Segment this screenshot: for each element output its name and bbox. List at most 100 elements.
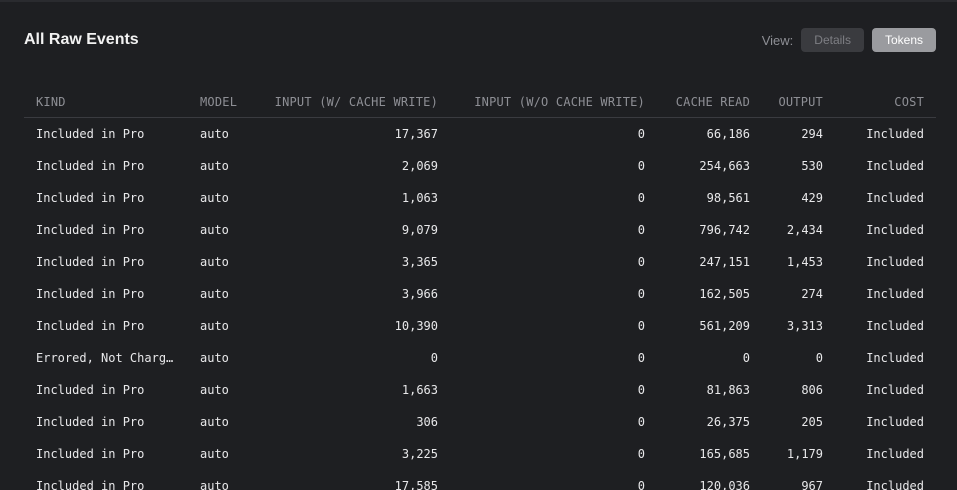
- column-header-output[interactable]: OUTPUT: [762, 87, 835, 118]
- column-header-cost[interactable]: COST: [835, 87, 936, 118]
- output-cell: 429: [801, 191, 823, 205]
- model-cell: auto: [200, 479, 229, 490]
- input-without-cache-write-cell: 0: [637, 383, 645, 397]
- table-row[interactable]: Included in Pro auto 17,367 0 66,186 294 Inclu…: [24, 118, 936, 151]
- cache-read-cell: 26,375: [706, 415, 750, 429]
- output-cell: 806: [801, 383, 823, 397]
- kind-cell: Included in Pro: [36, 191, 145, 205]
- input-with-cache-write-cell: 306: [416, 415, 438, 429]
- kind-cell: Included in Pro: [36, 287, 145, 301]
- table-row[interactable]: Included in Pro auto 3,966 0 162,505 274 Inclu…: [24, 278, 936, 310]
- input-with-cache-write-cell: 17,367: [394, 127, 438, 141]
- input-with-cache-write-cell: 10,390: [394, 319, 438, 333]
- model-cell: auto: [200, 319, 229, 333]
- input-without-cache-write-cell: 0: [637, 159, 645, 173]
- input-with-cache-write-cell: 1,063: [401, 191, 438, 205]
- output-cell: 274: [801, 287, 823, 301]
- cost-cell: Included: [866, 159, 924, 173]
- cache-read-cell: 254,663: [699, 159, 750, 173]
- cache-read-cell: 66,186: [706, 127, 750, 141]
- cost-cell: Included: [866, 223, 924, 237]
- output-cell: 3,313: [786, 319, 823, 333]
- column-header-cache-read[interactable]: CACHE READ: [657, 87, 762, 118]
- cost-cell: Included: [866, 351, 924, 365]
- table-row[interactable]: Errored, Not Charg… auto 0 0 0 0 Included: [24, 342, 936, 374]
- cache-read-cell: 0: [742, 351, 750, 365]
- input-without-cache-write-cell: 0: [637, 255, 645, 269]
- kind-cell: Errored, Not Charg…: [36, 351, 174, 365]
- events-table: KIND MODEL INPUT (W/ CACHE WRITE) INPUT …: [24, 87, 936, 490]
- raw-events-panel: All Raw Events View: Details Tokens KIND…: [0, 0, 957, 490]
- cost-cell: Included: [866, 383, 924, 397]
- output-cell: 0: [815, 351, 823, 365]
- details-view-button[interactable]: Details: [801, 28, 864, 52]
- input-with-cache-write-cell: 3,225: [401, 447, 438, 461]
- kind-cell: Included in Pro: [36, 255, 145, 269]
- column-header-input-with-cache-write[interactable]: INPUT (W/ CACHE WRITE): [258, 87, 450, 118]
- cost-cell: Included: [866, 319, 924, 333]
- cost-cell: Included: [866, 287, 924, 301]
- model-cell: auto: [200, 447, 229, 461]
- kind-cell: Included in Pro: [36, 383, 145, 397]
- table-header-row: KIND MODEL INPUT (W/ CACHE WRITE) INPUT …: [24, 87, 936, 118]
- kind-cell: Included in Pro: [36, 159, 145, 173]
- input-without-cache-write-cell: 0: [637, 223, 645, 237]
- cost-cell: Included: [866, 447, 924, 461]
- output-cell: 530: [801, 159, 823, 173]
- model-cell: auto: [200, 223, 229, 237]
- cost-cell: Included: [866, 479, 924, 490]
- model-cell: auto: [200, 415, 229, 429]
- output-cell: 1,453: [786, 255, 823, 269]
- cost-cell: Included: [866, 415, 924, 429]
- kind-cell: Included in Pro: [36, 223, 145, 237]
- input-with-cache-write-cell: 17,585: [394, 479, 438, 490]
- output-cell: 967: [801, 479, 823, 490]
- cost-cell: Included: [866, 127, 924, 141]
- table-row[interactable]: Included in Pro auto 2,069 0 254,663 530 Inclu…: [24, 150, 936, 182]
- input-with-cache-write-cell: 2,069: [401, 159, 438, 173]
- output-cell: 205: [801, 415, 823, 429]
- kind-cell: Included in Pro: [36, 127, 145, 141]
- output-cell: 1,179: [786, 447, 823, 461]
- cache-read-cell: 81,863: [706, 383, 750, 397]
- table-row[interactable]: Included in Pro auto 10,390 0 561,209 3,313 In…: [24, 310, 936, 342]
- model-cell: auto: [200, 159, 229, 173]
- table-row[interactable]: Included in Pro auto 1,663 0 81,863 806 Includ…: [24, 374, 936, 406]
- input-with-cache-write-cell: 3,966: [401, 287, 438, 301]
- input-without-cache-write-cell: 0: [637, 447, 645, 461]
- cache-read-cell: 162,505: [699, 287, 750, 301]
- input-without-cache-write-cell: 0: [637, 191, 645, 205]
- input-without-cache-write-cell: 0: [637, 415, 645, 429]
- table-row[interactable]: Included in Pro auto 1,063 0 98,561 429 Includ…: [24, 182, 936, 214]
- input-without-cache-write-cell: 0: [637, 351, 645, 365]
- cache-read-cell: 796,742: [699, 223, 750, 237]
- output-cell: 2,434: [786, 223, 823, 237]
- input-without-cache-write-cell: 0: [637, 287, 645, 301]
- kind-cell: Included in Pro: [36, 447, 145, 461]
- model-cell: auto: [200, 383, 229, 397]
- column-header-kind[interactable]: KIND: [24, 87, 188, 118]
- input-with-cache-write-cell: 1,663: [401, 383, 438, 397]
- column-header-input-without-cache-write[interactable]: INPUT (W/O CACHE WRITE): [450, 87, 657, 118]
- input-with-cache-write-cell: 3,365: [401, 255, 438, 269]
- view-label: View:: [761, 32, 794, 48]
- input-with-cache-write-cell: 0: [430, 351, 438, 365]
- model-cell: auto: [200, 127, 229, 141]
- cost-cell: Included: [866, 191, 924, 205]
- input-without-cache-write-cell: 0: [637, 479, 645, 490]
- model-cell: auto: [200, 351, 229, 365]
- cache-read-cell: 247,151: [699, 255, 750, 269]
- input-with-cache-write-cell: 9,079: [401, 223, 438, 237]
- table-row[interactable]: Included in Pro auto 3,225 0 165,685 1,179 Inc…: [24, 438, 936, 470]
- table-row[interactable]: Included in Pro auto 306 0 26,375 205 Included: [24, 406, 936, 438]
- table-row[interactable]: Included in Pro auto 3,365 0 247,151 1,453 Inc…: [24, 246, 936, 278]
- table-row[interactable]: Included in Pro auto 9,079 0 796,742 2,434 Inc…: [24, 214, 936, 246]
- column-header-model[interactable]: MODEL: [188, 87, 258, 118]
- model-cell: auto: [200, 191, 229, 205]
- model-cell: auto: [200, 255, 229, 269]
- table-row[interactable]: Included in Pro auto 17,585 0 120,036 967 Incl…: [24, 470, 936, 490]
- cost-cell: Included: [866, 255, 924, 269]
- tokens-view-button[interactable]: Tokens: [871, 28, 936, 52]
- kind-cell: Included in Pro: [36, 415, 145, 429]
- input-without-cache-write-cell: 0: [637, 127, 645, 141]
